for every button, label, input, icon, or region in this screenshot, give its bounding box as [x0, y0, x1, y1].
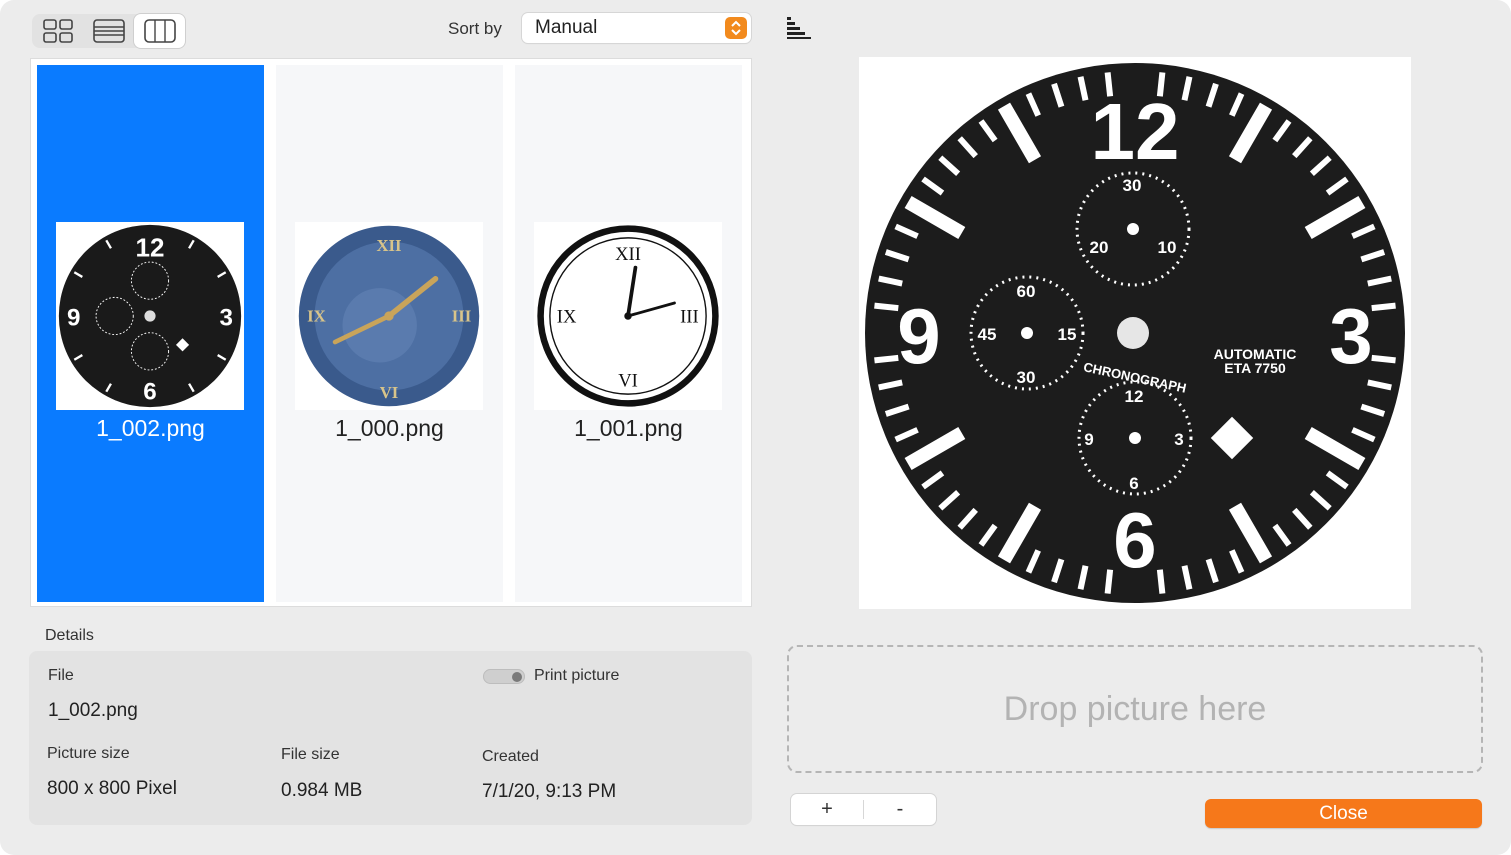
sort-order-icon — [787, 17, 811, 39]
svg-text:XII: XII — [615, 244, 641, 265]
dial-minute-marker — [874, 354, 899, 364]
svg-text:VI: VI — [618, 371, 638, 392]
subdial-top-30: 30 — [1123, 176, 1142, 195]
subdial-bottom-3: 3 — [1174, 430, 1183, 449]
view-grid-button[interactable] — [32, 14, 83, 48]
picture-size-label: Picture size — [47, 745, 130, 762]
picture-size-value: 800 x 800 Pixel — [47, 778, 177, 799]
subdial-left-30: 30 — [1017, 368, 1036, 387]
svg-text:12: 12 — [136, 232, 165, 262]
thumbnail-item[interactable]: XII III VI IX 1_001.png — [515, 65, 742, 602]
thumbnail-item[interactable]: 12 3 6 9 1_002.png — [37, 65, 264, 602]
view-mode-control — [32, 14, 186, 48]
created-value: 7/1/20, 9:13 PM — [482, 781, 617, 802]
columns-view-icon — [143, 19, 176, 43]
sort-stepper — [725, 17, 747, 39]
svg-text:XII: XII — [376, 236, 401, 255]
print-picture-label: Print picture — [534, 667, 620, 684]
add-remove-control: + - — [791, 794, 936, 825]
file-label: File — [48, 667, 74, 684]
subdial-bottom-9: 9 — [1084, 430, 1093, 449]
sort-order-button[interactable] — [786, 16, 812, 45]
file-size-label: File size — [281, 746, 340, 763]
thumbnail-filename: 1_000.png — [335, 415, 444, 441]
close-button[interactable]: Close — [1205, 799, 1482, 828]
svg-text:IX: IX — [557, 307, 577, 328]
dial-minute-marker — [1371, 354, 1396, 364]
picture-dialog: Sort by Manual 12 3 6 9 1_002.png XII II… — [0, 0, 1511, 855]
remove-button[interactable]: - — [864, 794, 936, 825]
thumbnail-filename: 1_002.png — [96, 415, 205, 441]
thumbnail-image-chronograph: 12 3 6 9 — [56, 222, 244, 410]
subdial-top-10: 10 — [1158, 238, 1177, 257]
svg-text:9: 9 — [67, 304, 80, 331]
thumbnail-image-white-clock: XII III VI IX — [534, 222, 722, 410]
dial-minute-marker — [1156, 569, 1166, 594]
svg-text:6: 6 — [143, 379, 156, 406]
view-columns-button[interactable] — [134, 14, 185, 48]
subdial-left-60: 60 — [1017, 282, 1036, 301]
dial-minute-marker — [1104, 569, 1114, 594]
dial-numeral-6: 6 — [1113, 496, 1156, 584]
sort-by-label: Sort by — [448, 19, 502, 38]
grid-view-icon — [42, 19, 73, 43]
toggle-knob — [512, 672, 522, 682]
chevron-updown-icon — [731, 20, 741, 36]
thumbnail-image-blue-clock: XII III VI IX — [295, 222, 483, 410]
subdial-top-20: 20 — [1090, 238, 1109, 257]
file-value: 1_002.png — [48, 700, 138, 721]
created-label: Created — [482, 748, 539, 765]
subdial-left-15: 15 — [1058, 325, 1077, 344]
print-picture-toggle[interactable] — [483, 669, 525, 684]
thumbnail-grid: 12 3 6 9 1_002.png XII III VI IX 1_000.p… — [30, 58, 752, 607]
dial-numeral-3: 3 — [1329, 292, 1372, 380]
svg-text:III: III — [452, 307, 472, 326]
svg-text:3: 3 — [220, 304, 233, 331]
sort-select[interactable]: Manual — [522, 13, 751, 43]
add-button[interactable]: + — [791, 794, 863, 825]
sort-select-value: Manual — [535, 17, 598, 38]
details-title: Details — [45, 627, 94, 644]
dial-minute-marker — [1371, 302, 1396, 312]
dial-numeral-12: 12 — [1091, 87, 1180, 176]
picture-preview: 12 3 6 9 AUTOMATIC ETA 7750 30 20 10 60 … — [859, 57, 1411, 609]
subdial-left-45: 45 — [978, 325, 997, 344]
dial-brand-line2: ETA 7750 — [1224, 360, 1286, 376]
drop-zone-text: Drop picture here — [1003, 689, 1267, 728]
svg-text:III: III — [680, 307, 699, 328]
thumbnail-filename: 1_001.png — [574, 415, 683, 441]
svg-text:VI: VI — [380, 383, 399, 402]
list-view-icon — [92, 19, 125, 43]
dial-numeral-9: 9 — [897, 292, 940, 380]
view-list-button[interactable] — [83, 14, 134, 48]
subdial-bottom-6: 6 — [1129, 474, 1138, 493]
drop-zone[interactable]: Drop picture here — [787, 645, 1483, 773]
dial-minute-marker — [874, 302, 899, 312]
thumbnail-item[interactable]: XII III VI IX 1_000.png — [276, 65, 503, 602]
file-size-value: 0.984 MB — [281, 780, 363, 801]
subdial-bottom-12: 12 — [1125, 387, 1144, 406]
chronograph-dial-image: 12 3 6 9 AUTOMATIC ETA 7750 30 20 10 60 … — [865, 63, 1405, 603]
svg-text:IX: IX — [307, 307, 326, 326]
